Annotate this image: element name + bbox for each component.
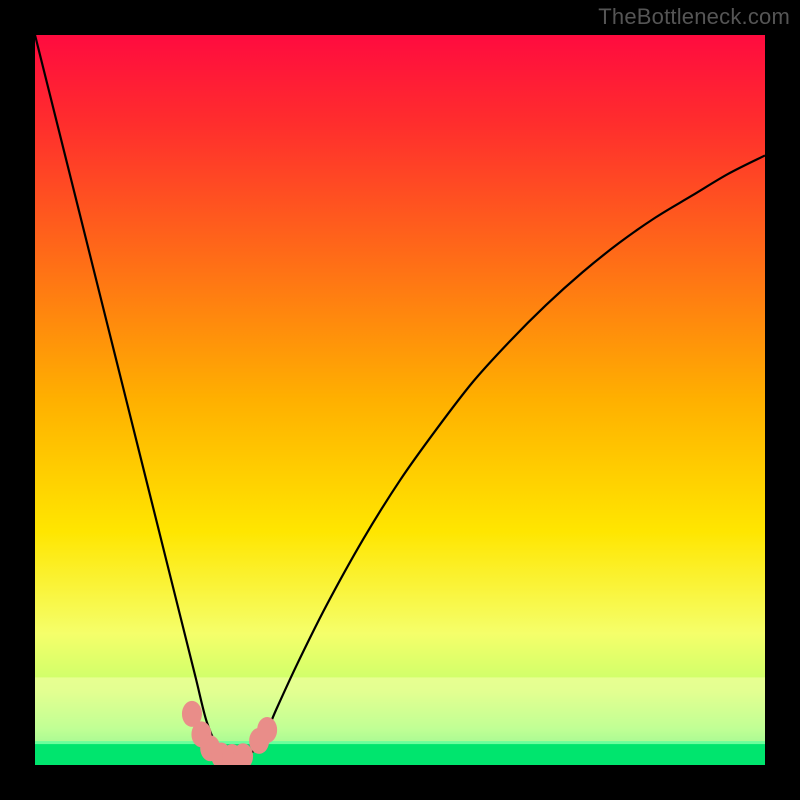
watermark-text: TheBottleneck.com [598, 4, 790, 30]
chart-svg [35, 35, 765, 765]
chart-frame: TheBottleneck.com [0, 0, 800, 800]
data-marker [257, 717, 277, 743]
chart-plot-area [35, 35, 765, 765]
